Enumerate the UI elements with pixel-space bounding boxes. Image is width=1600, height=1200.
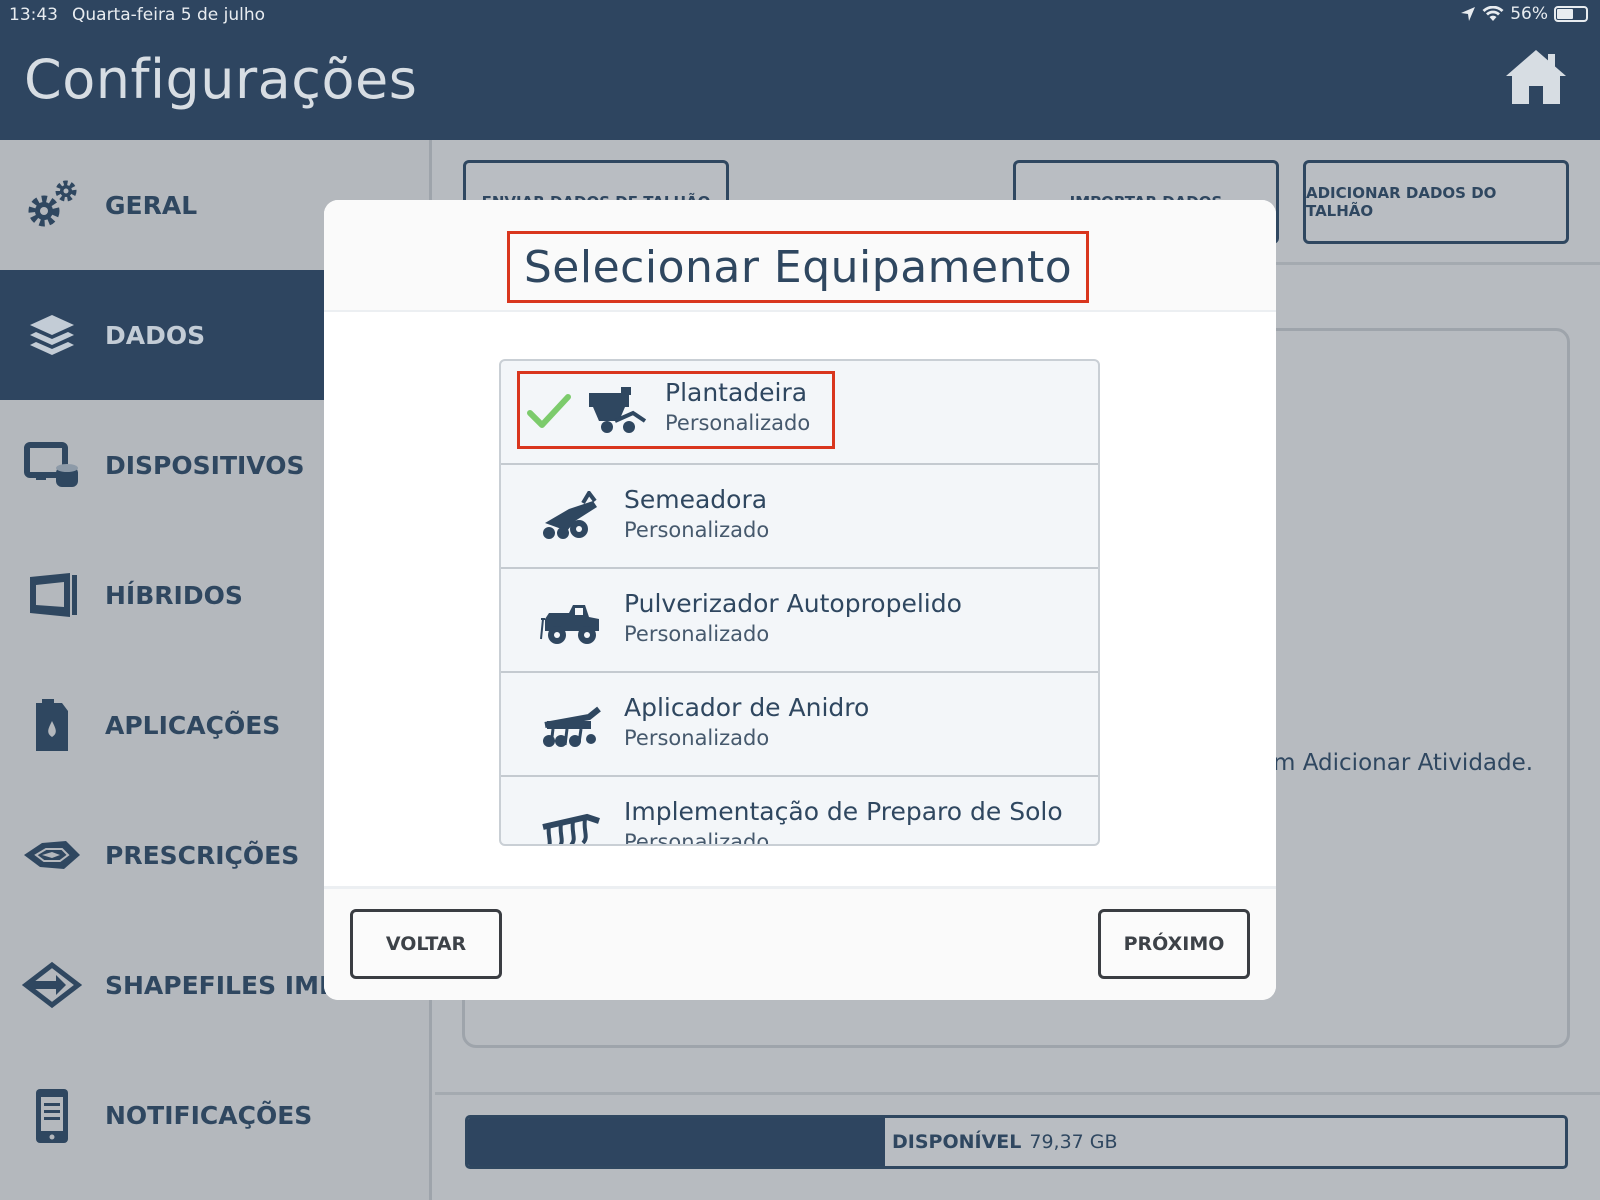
status-date: Quarta-feira 5 de julho <box>72 5 266 25</box>
divider <box>435 1092 1600 1095</box>
seeder-icon <box>543 491 597 539</box>
planter-icon <box>589 387 647 433</box>
canister-icon <box>36 699 68 751</box>
equipment-name: Aplicador de Anidro <box>624 693 870 722</box>
anhydrous-applicator-icon <box>543 706 601 747</box>
seed-bag-icon <box>30 573 77 617</box>
location-arrow-icon <box>1461 7 1476 21</box>
modal-title: Selecionar Equipamento <box>523 241 1073 293</box>
status-indicators: 56% <box>1460 4 1588 24</box>
sidebar-item-label: APLICAÇÕES <box>105 710 281 740</box>
app-header: 13:43 Quarta-feira 5 de julho 56% Config… <box>0 0 1600 140</box>
equipment-name: Pulverizador Autopropelido <box>624 589 962 618</box>
storage-bar: DISPONÍVEL 79,37 GB <box>465 1115 1568 1169</box>
battery-icon <box>1554 6 1588 22</box>
sidebar-item-label: HÍBRIDOS <box>105 580 243 610</box>
equipment-subtitle: Personalizado <box>624 518 770 542</box>
equipment-item-plantadeira[interactable]: Plantadeira Personalizado <box>501 361 1098 465</box>
add-field-data-button[interactable]: ADICIONAR DADOS DO TALHÃO <box>1303 160 1569 244</box>
equipment-subtitle: Personalizado <box>624 830 770 846</box>
equipment-item-pulverizador[interactable]: Pulverizador Autopropelido Personalizado <box>501 569 1098 673</box>
equipment-name: Plantadeira <box>665 378 808 407</box>
phone-notification-icon <box>36 1089 68 1143</box>
sidebar-item-label: PRESCRIÇÕES <box>105 840 300 870</box>
equipment-name: Semeadora <box>624 485 768 514</box>
device-icon <box>24 442 78 487</box>
layers-icon <box>30 315 74 355</box>
storage-used-fill <box>468 1118 885 1166</box>
battery-fill <box>1557 9 1573 19</box>
prescription-map-icon <box>24 841 80 869</box>
storage-value: 79,37 GB <box>1029 1131 1118 1153</box>
sidebar-item-label: DADOS <box>105 320 206 350</box>
equipment-subtitle: Personalizado <box>624 622 770 646</box>
page-title: Configurações <box>24 48 418 111</box>
gears-icon <box>28 180 77 227</box>
title-highlight-box: Selecionar Equipamento <box>507 231 1089 303</box>
status-time: 13:43 <box>9 5 58 25</box>
equipment-item-aplicador-anidro[interactable]: Aplicador de Anidro Personalizado <box>501 673 1098 777</box>
equipment-list[interactable]: Plantadeira Personalizado Semeadora Pers… <box>499 359 1100 846</box>
home-icon[interactable] <box>1504 46 1568 106</box>
sidebar-item-notificacoes[interactable]: NOTIFICAÇÕES <box>0 1050 432 1180</box>
checkmark-icon <box>527 394 571 428</box>
equipment-name: Implementação de Preparo de Solo <box>624 797 1063 826</box>
shapefile-import-icon <box>22 961 82 1009</box>
equipment-item-preparo-solo[interactable]: Implementação de Preparo de Solo Persona… <box>501 777 1098 846</box>
next-button[interactable]: PRÓXIMO <box>1098 909 1250 979</box>
modal-header: Selecionar Equipamento <box>324 200 1276 312</box>
sprayer-icon <box>540 605 599 644</box>
select-equipment-modal: Selecionar Equipamento Plantadeira Perso… <box>324 200 1276 1000</box>
equipment-subtitle: Personalizado <box>624 726 770 750</box>
back-button[interactable]: VOLTAR <box>350 909 502 979</box>
equipment-subtitle: Personalizado <box>665 411 811 435</box>
equipment-item-semeadora[interactable]: Semeadora Personalizado <box>501 465 1098 569</box>
wifi-icon <box>1482 6 1504 21</box>
activity-hint: m Adicionar Atividade. <box>1273 750 1534 776</box>
battery-percent: 56% <box>1510 4 1548 24</box>
modal-footer: VOLTAR PRÓXIMO <box>324 886 1276 1000</box>
sidebar-item-label: DISPOSITIVOS <box>105 450 305 480</box>
tillage-icon <box>542 813 600 844</box>
sidebar-item-label: GERAL <box>105 190 198 220</box>
storage-label: DISPONÍVEL <box>892 1131 1022 1153</box>
sidebar-item-label: NOTIFICAÇÕES <box>105 1100 313 1130</box>
storage-text: DISPONÍVEL 79,37 GB <box>892 1131 1118 1153</box>
